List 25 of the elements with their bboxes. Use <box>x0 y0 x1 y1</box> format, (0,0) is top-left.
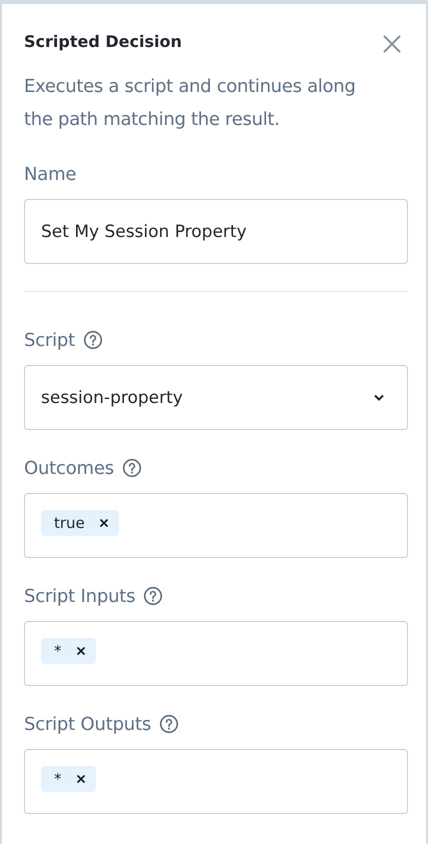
tag-label: * <box>54 642 62 660</box>
field-label: Name <box>24 164 76 184</box>
field-label: Outcomes <box>24 458 114 478</box>
field-label: Script Inputs <box>24 586 136 606</box>
tag-label: true <box>54 514 85 532</box>
field-label: Script Outputs <box>24 714 152 734</box>
tag-input[interactable]: true <box>24 493 408 558</box>
script-select[interactable]: session-property <box>24 365 408 430</box>
close-button[interactable] <box>382 34 402 54</box>
chevron-down-icon <box>373 394 385 402</box>
tag-input[interactable]: * <box>24 621 408 686</box>
name-input[interactable]: Set My Session Property <box>24 199 408 264</box>
remove-icon[interactable] <box>76 646 86 656</box>
help-icon[interactable] <box>122 458 142 478</box>
panel-title: Scripted Decision <box>24 32 182 51</box>
remove-icon[interactable] <box>76 774 86 784</box>
tag-input[interactable]: * <box>24 749 408 814</box>
panel-description: Executes a script and continues along the path matching the result. <box>24 75 356 132</box>
tag-label: * <box>54 770 62 788</box>
help-icon[interactable] <box>83 330 104 350</box>
field-label: Script <box>24 330 76 350</box>
close-icon <box>382 34 402 54</box>
help-icon[interactable] <box>143 586 164 606</box>
help-icon[interactable] <box>159 714 180 734</box>
remove-icon[interactable] <box>98 518 109 528</box>
